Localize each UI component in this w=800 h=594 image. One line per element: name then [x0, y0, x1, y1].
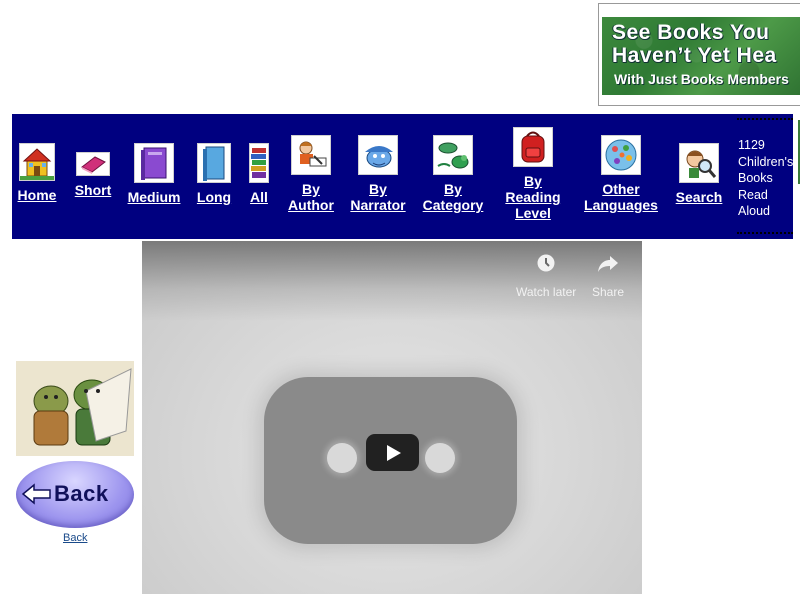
author-icon: [291, 135, 331, 175]
house-icon: [19, 143, 55, 181]
nav-item-by-category[interactable]: By Category: [422, 114, 484, 239]
category-nav-bar: Home Short Medium Long All By Author By …: [12, 114, 793, 239]
video-player[interactable]: Watch later Share: [142, 241, 642, 594]
globe-icon: [601, 135, 641, 175]
clock-icon: [536, 253, 556, 279]
nav-label-by-author: By Author: [288, 181, 334, 213]
book-stack-icon: [249, 143, 269, 183]
ad-headline-2: Haven’t Yet Hea: [612, 44, 777, 67]
back-arrow-icon: [22, 483, 51, 505]
book-count-text: 1129 Children's Books Read Aloud: [737, 118, 793, 234]
nav-label-medium: Medium: [127, 189, 181, 205]
medium-book-icon: [134, 143, 174, 183]
nav-item-long[interactable]: Long: [196, 114, 232, 239]
book-cover-image: [16, 361, 134, 456]
share-button[interactable]: Share: [592, 253, 624, 299]
nav-item-medium[interactable]: Medium: [127, 114, 181, 239]
nav-label-home: Home: [17, 187, 57, 203]
long-book-icon: [197, 143, 231, 183]
back-link[interactable]: Back: [63, 532, 87, 544]
nav-label-all: All: [250, 189, 268, 205]
ad-subline: With Just Books Members: [614, 71, 789, 87]
ad-banner-frame[interactable]: See Books You Haven’t Yet Hea With Just …: [598, 3, 800, 106]
watch-later-button[interactable]: Watch later: [516, 253, 576, 299]
nav-item-home[interactable]: Home: [18, 114, 56, 239]
nav-label-long: Long: [196, 189, 232, 205]
nav-label-short: Short: [74, 182, 112, 198]
play-icon[interactable]: [366, 434, 419, 471]
nav-item-by-reading-level[interactable]: By Reading Level: [504, 114, 562, 239]
nav-label-by-reading-level: By Reading Level: [505, 173, 561, 221]
thumbnail-dot-left: [327, 443, 357, 473]
back-button-label: Back: [54, 481, 109, 506]
nav-item-search[interactable]: Search: [676, 114, 722, 239]
nav-item-all[interactable]: All: [248, 114, 270, 239]
back-button[interactable]: Back: [16, 461, 134, 528]
nav-item-other-languages[interactable]: Other Languages: [584, 114, 658, 239]
backpack-icon: [513, 127, 553, 167]
magnifier-kid-icon: [679, 143, 719, 183]
nav-label-by-category: By Category: [422, 181, 484, 213]
nav-label-by-narrator: By Narrator: [350, 181, 406, 213]
short-book-icon: [76, 152, 110, 176]
nav-item-by-author[interactable]: By Author: [288, 114, 334, 239]
ad-banner[interactable]: See Books You Haven’t Yet Hea With Just …: [602, 17, 800, 95]
nav-label-other-languages: Other Languages: [584, 181, 658, 213]
nav-item-short[interactable]: Short: [74, 114, 112, 239]
ad-headline-1: See Books You: [612, 21, 770, 44]
nav-item-by-narrator[interactable]: By Narrator: [350, 114, 406, 239]
nav-label-search: Search: [675, 189, 723, 205]
watch-later-label: Watch later: [516, 285, 577, 299]
narrator-icon: [358, 135, 398, 175]
share-arrow-icon: [597, 253, 619, 279]
thumbnail-dot-right: [425, 443, 455, 473]
category-icon: [433, 135, 473, 175]
share-label: Share: [592, 285, 625, 299]
